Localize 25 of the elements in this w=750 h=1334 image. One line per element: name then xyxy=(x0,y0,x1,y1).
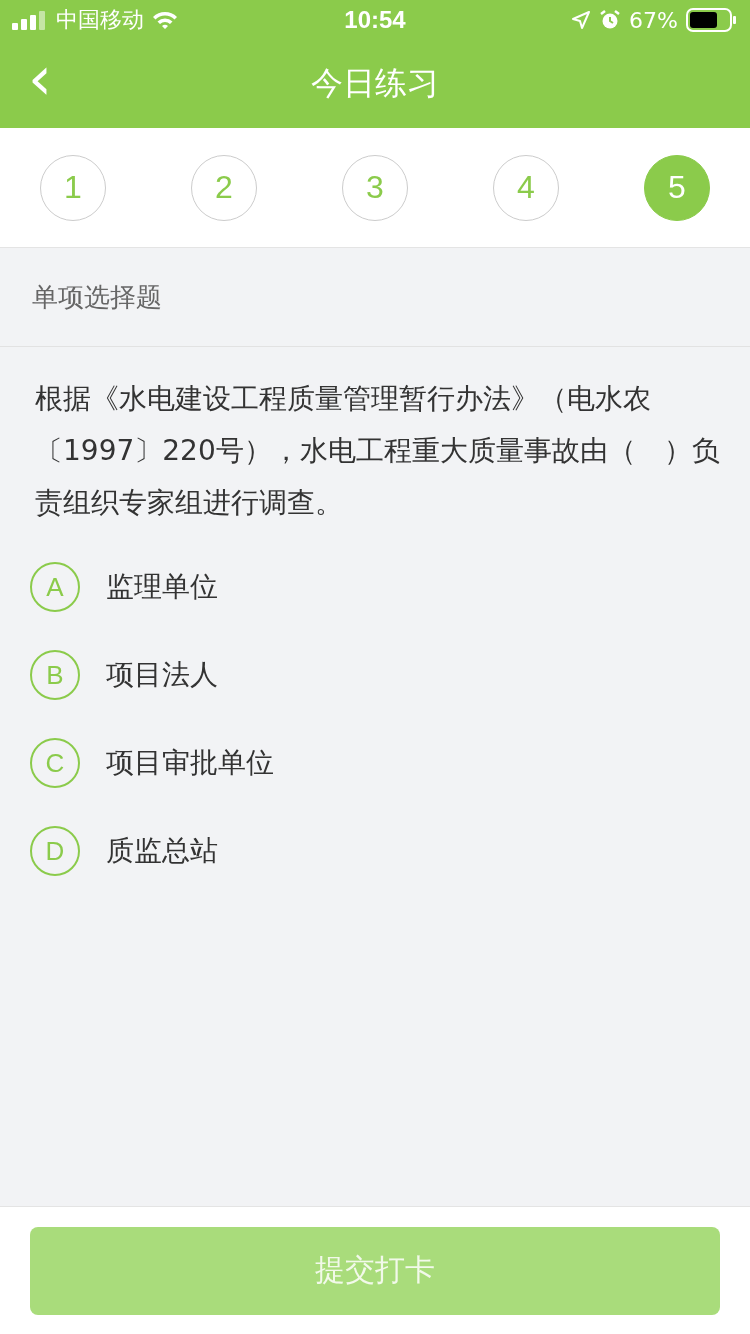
battery-icon xyxy=(686,8,738,32)
question-number-button[interactable]: 1 xyxy=(40,154,106,221)
alarm-clock-icon xyxy=(599,9,622,31)
option-text[interactable]: 质监总站 xyxy=(106,832,218,870)
page-title: 今日练习 xyxy=(311,63,439,104)
clock-time: 10:54 xyxy=(344,6,406,34)
option-letter-radio[interactable]: D xyxy=(30,826,80,876)
carrier-name: 中国移动 xyxy=(56,6,144,34)
question-number-button[interactable]: 2 xyxy=(191,154,257,221)
question-number-button[interactable]: 5 xyxy=(644,154,710,221)
option-letter-radio[interactable]: C xyxy=(30,738,80,788)
question-number-button[interactable]: 4 xyxy=(493,154,559,221)
wifi-icon xyxy=(152,10,178,30)
option-text[interactable]: 监理单位 xyxy=(106,568,218,606)
back-button[interactable]: ‹ xyxy=(20,48,60,108)
option-text[interactable]: 项目审批单位 xyxy=(106,744,274,782)
question-text: 根据《水电建设工程质量管理暂行办法》（电水农〔1997〕220号），水电工程重大质量事故由（ ）负责组织专家组进行调查。 xyxy=(35,381,720,521)
option-text[interactable]: 项目法人 xyxy=(106,656,218,694)
option-letter-radio[interactable]: B xyxy=(30,650,80,700)
question-type-label: 单项选择题 xyxy=(32,280,162,314)
battery-percent: 67% xyxy=(629,7,678,33)
location-arrow-icon xyxy=(571,10,592,30)
question-number-button[interactable]: 3 xyxy=(342,154,408,221)
signal-icon xyxy=(12,10,48,30)
option-letter-radio[interactable]: A xyxy=(30,562,80,612)
